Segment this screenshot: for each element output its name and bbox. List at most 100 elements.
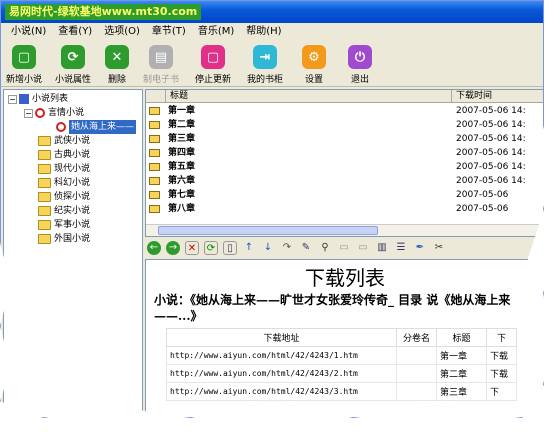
tree-category-item[interactable]: 现代小说 <box>38 162 90 176</box>
collapse-icon[interactable]: − <box>8 94 17 104</box>
chapter-row[interactable]: 第四章 2007-05-06 14: <box>146 146 543 160</box>
download-url[interactable]: http://www.aiyun.com/html/42/4243/1.htm <box>166 346 397 365</box>
chapter-time: 2007-05-06 14: <box>456 162 526 172</box>
chapter-row[interactable]: 第一章 2007-05-06 14: <box>146 104 543 118</box>
chapter-row[interactable]: 第七章 2007-05-06 <box>146 188 543 202</box>
chapter-row[interactable]: 第五章 2007-05-06 14: <box>146 160 543 174</box>
up-arrow-icon[interactable]: ↑ <box>242 241 256 255</box>
redo-icon[interactable]: ↷ <box>280 241 294 255</box>
chapter-time: 2007-05-06 14: <box>456 148 526 158</box>
column-doc-title: 标题 <box>436 328 487 347</box>
folder-icon <box>38 136 51 146</box>
bookshelf-icon: ⇥ <box>253 45 277 69</box>
app-window: 易网时代-绿软基地www.mt30.com 小说(N) 查看(Y) 选项(O) … <box>0 0 544 418</box>
row-title: 第一章 <box>436 346 487 365</box>
toolbar-button-label: 新增小说 <box>5 75 42 85</box>
toolbar-button-label: 我的书柜 <box>246 75 283 85</box>
toolbar-button-bookshelf[interactable]: ⇥ 我的书柜 <box>239 41 291 87</box>
refresh-icon[interactable]: ⟳ <box>204 241 218 255</box>
tree-item-label: 外国小说 <box>54 234 91 244</box>
toolbar-button-label: 停止更新 <box>194 75 231 85</box>
chapter-time: 2007-05-06 14: <box>456 134 526 144</box>
disabled-icon: ▭ <box>339 242 349 253</box>
menu-help[interactable]: 帮助(H) <box>240 23 287 41</box>
column-download-time[interactable]: 下载时间 <box>452 90 543 103</box>
chapter-row[interactable]: 第六章 2007-05-06 14: <box>146 174 543 188</box>
tree-item-label: 现代小说 <box>54 164 91 174</box>
download-url[interactable]: http://www.aiyun.com/html/42/4243/2.htm <box>166 364 397 383</box>
chapter-title: 第八章 <box>168 204 196 214</box>
tree-category-item[interactable]: 外国小说 <box>38 232 90 246</box>
back-icon[interactable]: ← <box>147 241 161 255</box>
collapse-icon[interactable]: − <box>24 108 33 118</box>
novel-icon <box>56 122 66 132</box>
toolbar-button-properties[interactable]: ⟳ 小说属性 <box>47 41 99 87</box>
download-row: http://www.aiyun.com/html/42/4243/3.htm 第… <box>166 382 517 401</box>
chapter-title: 第一章 <box>168 106 196 116</box>
tree-category[interactable]: − 言情小说 <box>24 106 84 120</box>
toolbar-button-new-novel[interactable]: ▢ 新增小说 <box>1 41 47 87</box>
toolbar-button-settings[interactable]: ⚙ 设置 <box>291 41 337 87</box>
download-table: 下载地址 分卷名 标题 下 http://www.aiyun.com/html/… <box>166 328 517 401</box>
scrollbar-thumb[interactable] <box>158 226 378 235</box>
chapter-title: 第二章 <box>168 120 196 130</box>
page-icon[interactable]: ▯ <box>223 241 237 255</box>
toolbar-button-label: 制电子书 <box>142 75 179 85</box>
doc-subtitle: 小说：《她从海上来——旷世才女张爱玲传奇_ 目录 说《她从海上来——...》 <box>154 293 511 323</box>
tree-category-item[interactable]: 武侠小说 <box>38 134 90 148</box>
tree-category-item[interactable]: 军事小说 <box>38 218 90 232</box>
volume-name <box>396 364 437 383</box>
new-novel-icon: ▢ <box>12 45 36 69</box>
toolbar-button-label: 退出 <box>350 75 369 85</box>
download-url[interactable]: http://www.aiyun.com/html/42/4243/3.htm <box>166 382 397 401</box>
chapter-row[interactable]: 第三章 2007-05-06 14: <box>146 132 543 146</box>
tree-selected-novel[interactable]: 她从海上来—— <box>56 120 137 134</box>
horizontal-scrollbar[interactable] <box>146 224 543 236</box>
tree-root-label: 小说列表 <box>32 94 69 104</box>
find-icon[interactable]: ⚲ <box>318 241 332 255</box>
folder-icon <box>38 192 51 202</box>
down-arrow-icon[interactable]: ↓ <box>261 241 275 255</box>
chapter-row[interactable]: 第八章 2007-05-06 <box>146 202 543 216</box>
menu-chapter[interactable]: 章节(T) <box>146 23 192 41</box>
chapter-title: 第五章 <box>168 162 196 172</box>
volume-name <box>396 346 437 365</box>
menu-bar: 小说(N) 查看(Y) 选项(O) 章节(T) 音乐(M) 帮助(H) <box>1 23 543 41</box>
tree-item-label: 军事小说 <box>54 220 91 230</box>
stop-icon[interactable]: ✕ <box>185 241 199 255</box>
folder-icon <box>38 220 51 230</box>
tree-selected-label: 她从海上来—— <box>69 120 137 134</box>
menu-options[interactable]: 选项(O) <box>98 23 146 41</box>
tree-category-item[interactable]: 古典小说 <box>38 148 90 162</box>
menu-view[interactable]: 查看(Y) <box>52 23 98 41</box>
column-title[interactable]: 标题 <box>166 90 452 103</box>
tree-item-label: 纪实小说 <box>54 206 91 216</box>
tree-category-item[interactable]: 侦探小说 <box>38 190 90 204</box>
tree-root[interactable]: − 小说列表 <box>8 92 68 106</box>
row-title: 第二章 <box>436 364 487 383</box>
pen-icon[interactable]: ✒ <box>413 241 427 255</box>
chapter-title: 第四章 <box>168 148 196 158</box>
novel-tree[interactable]: − 小说列表 − 言情小说 她从海上来—— 武侠小说 古典小说现代小说科幻小说 侦探… <box>3 89 143 417</box>
tree-category-item[interactable]: 科幻小说 <box>38 176 90 190</box>
toolbar-button-stop-update[interactable]: ▢ 停止更新 <box>187 41 239 87</box>
menu-music[interactable]: 音乐(M) <box>192 23 240 41</box>
settings-icon: ⚙ <box>302 45 326 69</box>
row-status: 下载 <box>486 364 517 383</box>
toolbar-button-delete[interactable]: ✕ 删除 <box>99 41 135 87</box>
edit-icon[interactable]: ✎ <box>299 241 313 255</box>
toolbar-button-exit[interactable]: ⏻ 退出 <box>337 41 383 87</box>
exit-icon: ⏻ <box>348 45 372 69</box>
menu-novel[interactable]: 小说(N) <box>5 23 52 41</box>
chapter-row[interactable]: 第二章 2007-05-06 14: <box>146 118 543 132</box>
forward-icon[interactable]: → <box>166 241 180 255</box>
book-list-icon <box>19 94 29 104</box>
chapter-list[interactable]: 标题 下载时间 第一章 2007-05-06 14: 第二章 2007-05-06 1… <box>145 89 543 237</box>
tree-category-item[interactable]: 纪实小说 <box>38 204 90 218</box>
toolbar-button-ebook: ▤ 制电子书 <box>135 41 187 87</box>
chapter-title: 第三章 <box>168 134 196 144</box>
list-icon[interactable]: ☰ <box>394 241 408 255</box>
tools-icon[interactable]: ✂ <box>432 241 446 255</box>
book-icon[interactable]: ▥ <box>375 241 389 255</box>
delete-icon: ✕ <box>105 45 129 69</box>
